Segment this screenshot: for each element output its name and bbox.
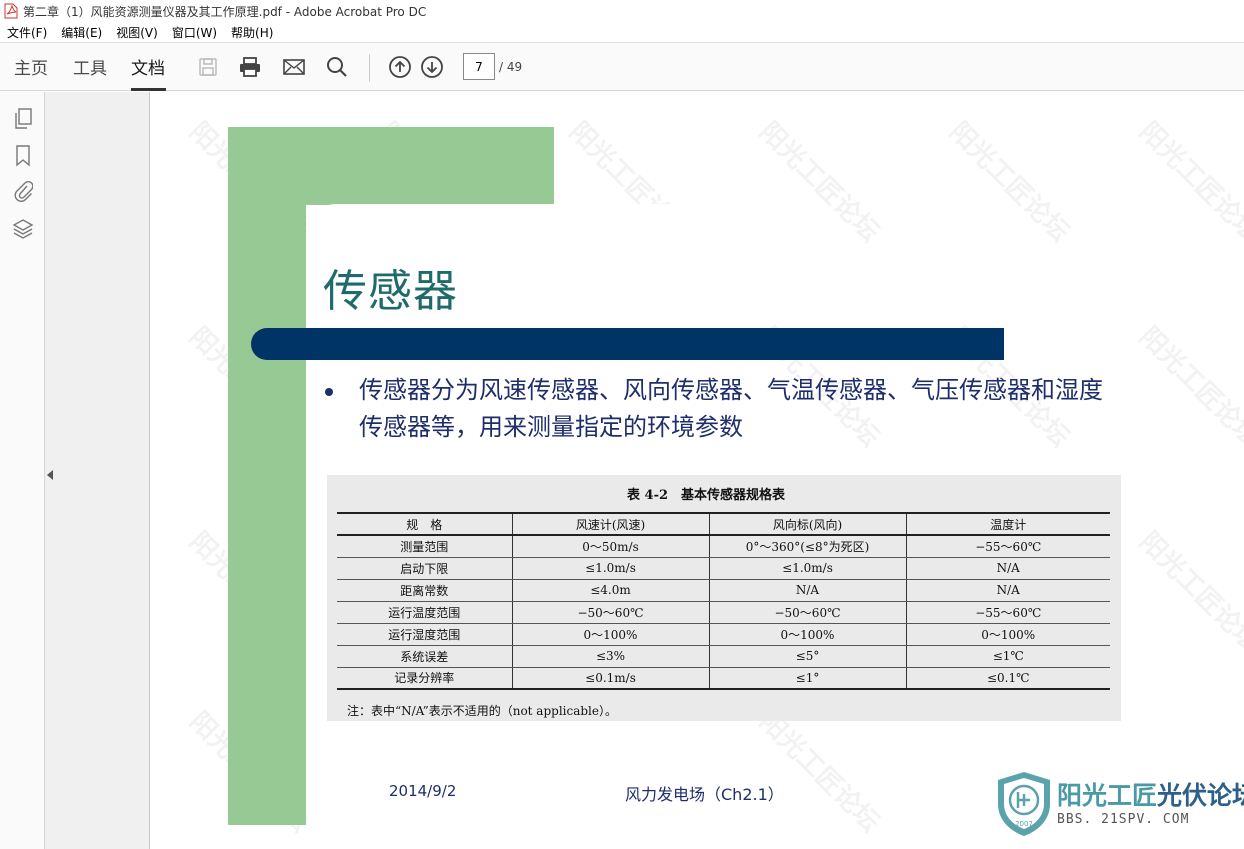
page-thumbnails-icon[interactable] (11, 107, 35, 131)
logo-name: 阳光工匠光伏论坛 (1057, 776, 1244, 812)
table-cell: ≤0.1℃ (905, 667, 1110, 690)
table-cell: 记录分辨率 (337, 667, 512, 690)
forum-logo: 2007 阳光工匠光伏论坛 BBS. 21SPV. COM (994, 770, 1244, 838)
logo-year: 2007 (1015, 820, 1033, 828)
slide-green-bar (228, 127, 306, 825)
sensor-spec-table: 规 格 风速计(风速) 风向标(风向) 温度计 测量范围 0～50m/s 0°～… (337, 512, 1110, 690)
table-row: 系统误差 ≤3% ≤5° ≤1℃ (337, 645, 1110, 668)
table-cell: ≤3% (511, 645, 709, 668)
title-bar: 第二章（1）风能资源测量仪器及其工作原理.pdf - Adobe Acrobat… (0, 0, 1244, 22)
page-number-input[interactable]: 7 (463, 53, 495, 80)
attachments-icon[interactable] (11, 179, 35, 203)
table-header-cell: 温度计 (905, 513, 1110, 536)
table-row: 记录分辨率 ≤0.1m/s ≤1° ≤0.1℃ (337, 667, 1110, 690)
tab-home[interactable]: 主页 (14, 43, 48, 91)
table-cell: ≤1.0m/s (708, 557, 906, 580)
table-cell: −50～60℃ (511, 601, 709, 624)
menu-help[interactable]: 帮助(H) (224, 24, 280, 41)
slide-footer-title: 风力发电场（Ch2.1） (625, 785, 784, 804)
table-cell: 0～100% (708, 623, 906, 646)
table-cell: 运行湿度范围 (337, 623, 512, 646)
table-cell: N/A (905, 557, 1110, 580)
slide-divider-bar (251, 328, 1004, 360)
collapse-panel-icon[interactable] (47, 470, 53, 480)
table-cell: 0～50m/s (511, 535, 709, 558)
shield-logo-icon: 2007 (998, 772, 1050, 836)
table-row: 启动下限 ≤1.0m/s ≤1.0m/s N/A (337, 557, 1110, 580)
table-note: 注：表中“N/A”表示不适用的（not applicable）。 (347, 704, 617, 718)
table-header-cell: 风速计(风速) (511, 513, 709, 536)
watermark: 阳光工匠论坛 (1133, 321, 1244, 454)
print-icon[interactable] (235, 43, 265, 91)
table-header-row: 规 格 风速计(风速) 风向标(风向) 温度计 (337, 513, 1110, 536)
table-header-cell: 风向标(风向) (708, 513, 906, 536)
logo-name-part1: 阳光工匠 (1057, 781, 1158, 810)
slide-footer-date: 2014/9/2 (389, 782, 457, 800)
table-cell: ≤4.0m (511, 579, 709, 602)
menu-view[interactable]: 视图(V) (109, 24, 165, 41)
table-cell: ≤1℃ (905, 645, 1110, 668)
table-cell: 运行温度范围 (337, 601, 512, 624)
table-cell: 启动下限 (337, 557, 512, 580)
table-cell: N/A (905, 579, 1110, 602)
table-cell: 0～100% (905, 623, 1110, 646)
bullet-icon (325, 388, 333, 396)
slide-bullet-text: 传感器分为风速传感器、风向传感器、气温传感器、气压传感器和湿度传感器等，用来测量… (359, 376, 1103, 441)
table-caption: 表 4-2 基本传感器规格表 (627, 488, 786, 503)
watermark: 阳光工匠论坛 (1133, 116, 1244, 249)
watermark: 阳光工匠论坛 (943, 116, 1076, 249)
toolbar-separator (369, 54, 370, 82)
slide-title: 传感器 (323, 266, 458, 317)
table-cell: ≤0.1m/s (511, 667, 709, 690)
table-row: 运行湿度范围 0～100% 0～100% 0～100% (337, 623, 1110, 646)
logo-url: BBS. 21SPV. COM (1057, 812, 1190, 827)
navigation-panel (45, 92, 150, 849)
table-cell: ≤1° (708, 667, 906, 690)
table-cell: −55～60℃ (905, 601, 1110, 624)
document-page: 阳光工匠论坛 阳光工匠论坛 阳光工匠论坛 阳光工匠论坛 阳光工匠论坛 阳光工匠论… (151, 92, 1244, 849)
menu-window[interactable]: 窗口(W) (165, 24, 224, 41)
toolbar: 主页 工具 文档 (0, 43, 1244, 91)
page-total: / 49 (499, 60, 523, 74)
watermark: 阳光工匠论坛 (753, 116, 886, 249)
sensor-spec-table-image: 表 4-2 基本传感器规格表 规 格 风速计(风速) 风向标(风向) 温度计 测… (327, 475, 1121, 721)
table-row: 距离常数 ≤4.0m N/A N/A (337, 579, 1110, 602)
page-down-icon[interactable] (417, 43, 447, 91)
layers-icon[interactable] (11, 217, 35, 241)
table-cell: 距离常数 (337, 579, 512, 602)
logo-name-part2: 光伏论坛 (1157, 781, 1244, 810)
slide-green-top (228, 127, 554, 205)
table-cell: ≤5° (708, 645, 906, 668)
left-rail (0, 92, 45, 849)
table-cell: N/A (708, 579, 906, 602)
page-up-icon[interactable] (385, 43, 415, 91)
pdf-file-icon (4, 3, 18, 19)
watermark: 阳光工匠论坛 (753, 706, 886, 839)
save-icon[interactable] (193, 43, 223, 91)
table-cell: −55～60℃ (905, 535, 1110, 558)
tab-document[interactable]: 文档 (131, 43, 166, 91)
table-cell: 0～100% (511, 623, 709, 646)
table-header-cell: 规 格 (337, 513, 512, 536)
table-cell: 0°～360°(≤8°为死区) (708, 535, 906, 558)
search-icon[interactable] (322, 43, 352, 91)
table-cell: 系统误差 (337, 645, 512, 668)
table-row: 测量范围 0～50m/s 0°～360°(≤8°为死区) −55～60℃ (337, 535, 1110, 558)
menu-bar: 文件(F) 编辑(E) 视图(V) 窗口(W) 帮助(H) (0, 22, 1244, 43)
table-cell: ≤1.0m/s (511, 557, 709, 580)
table-row: 运行温度范围 −50～60℃ −50～60℃ −55～60℃ (337, 601, 1110, 624)
tab-tools[interactable]: 工具 (73, 43, 107, 91)
window-title: 第二章（1）风能资源测量仪器及其工作原理.pdf - Adobe Acrobat… (23, 4, 427, 19)
bookmarks-icon[interactable] (11, 144, 35, 168)
menu-file[interactable]: 文件(F) (0, 24, 54, 41)
watermark: 阳光工匠论坛 (1133, 526, 1244, 659)
mail-icon[interactable] (279, 43, 309, 91)
table-cell: 测量范围 (337, 535, 512, 558)
menu-edit[interactable]: 编辑(E) (54, 24, 109, 41)
table-cell: −50～60℃ (708, 601, 906, 624)
